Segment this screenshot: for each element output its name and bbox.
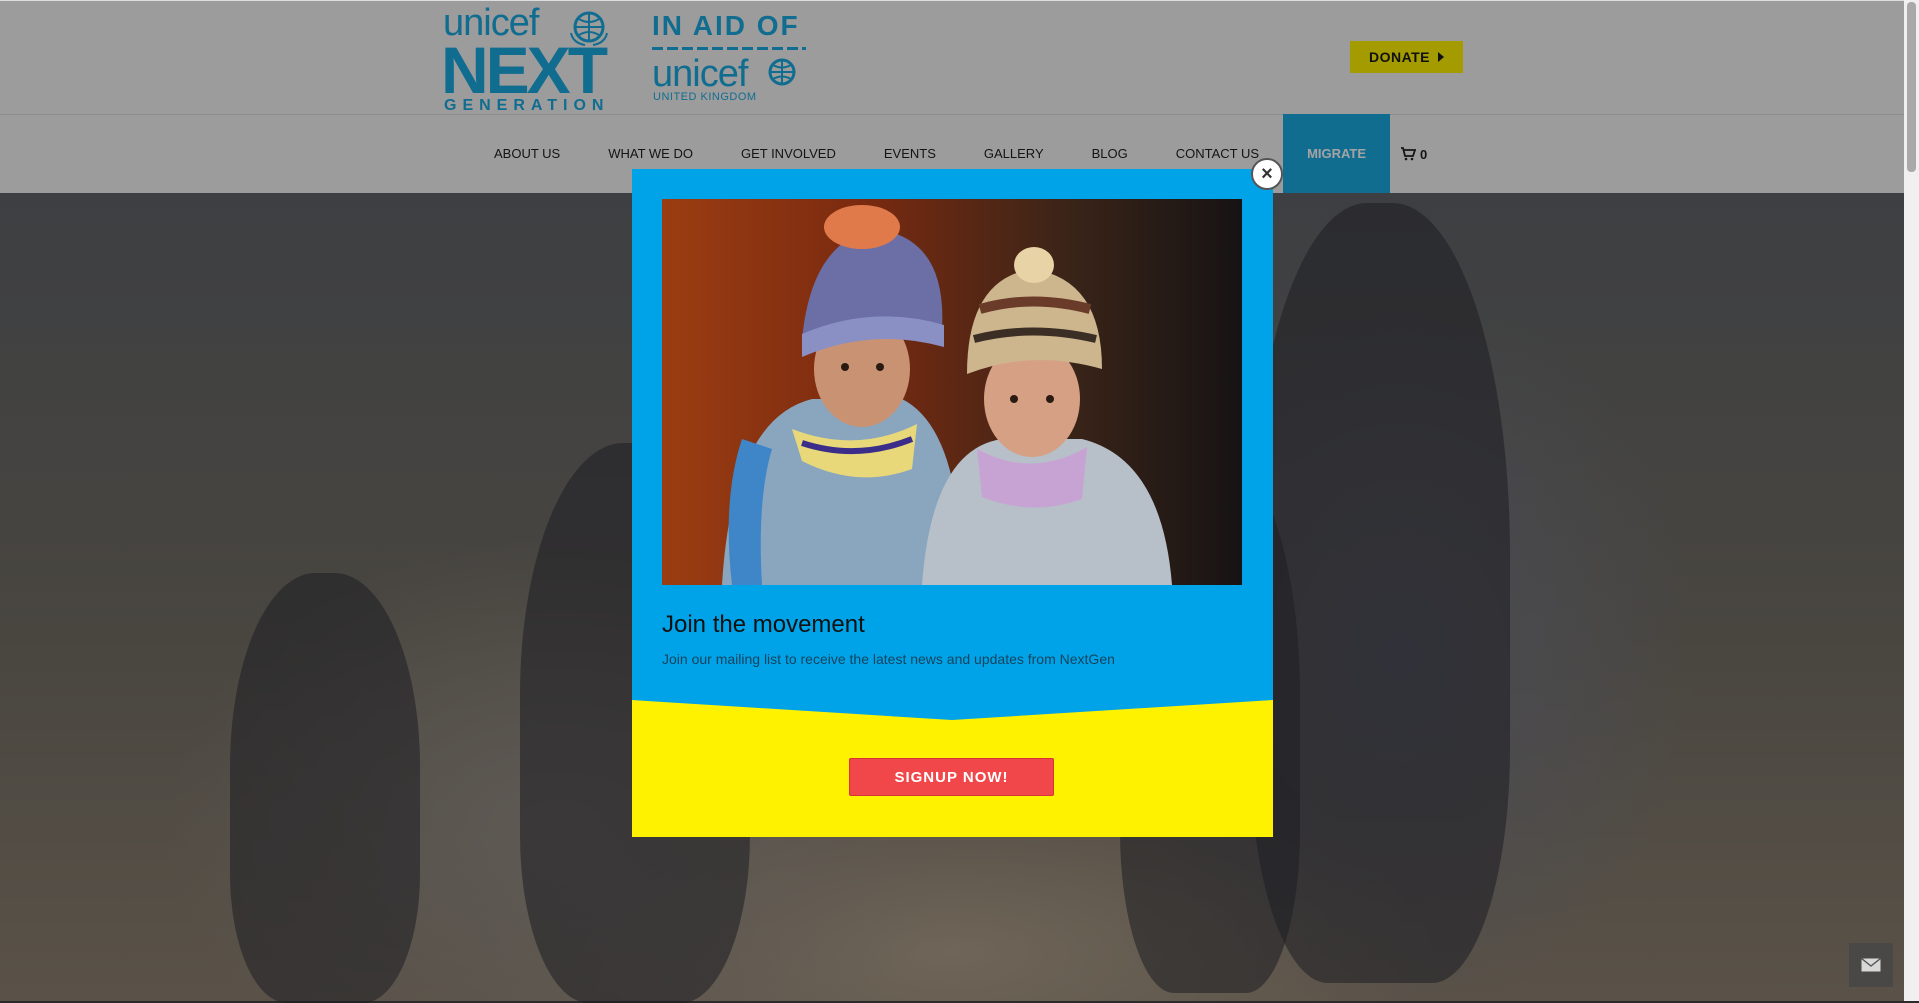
signup-button[interactable]: SIGNUP NOW! (849, 758, 1054, 796)
site-header: unicef NEXT GENERATION IN AID OF unicef … (0, 0, 1904, 194)
cart-link[interactable]: 0 (1390, 147, 1427, 162)
in-aid-of-unicef-logo[interactable]: IN AID OF unicef UNITED KINGDOM (652, 11, 822, 111)
logo-generation-text: GENERATION (444, 97, 610, 114)
unicef-globe-icon (768, 58, 796, 86)
play-arrow-icon (1438, 52, 1445, 62)
children-photo (722, 205, 1172, 585)
donate-button[interactable]: DONATE (1350, 41, 1463, 73)
newsletter-button[interactable] (1849, 943, 1893, 987)
signup-modal: Join the movement Join our mailing list … (632, 169, 1273, 837)
modal-subtext: Join our mailing list to receive the lat… (662, 651, 1115, 667)
in-aid-of-title: IN AID OF (652, 10, 800, 41)
logo-next-text: NEXT (441, 33, 608, 107)
nav-item-migrate[interactable]: MIGRATE (1283, 114, 1391, 194)
aid-country-text: UNITED KINGDOM (653, 91, 757, 103)
aid-unicef-text: unicef (652, 53, 748, 95)
page-scrollbar[interactable] (1904, 0, 1919, 1001)
modal-heading: Join the movement (662, 611, 865, 638)
cart-count: 0 (1420, 146, 1428, 162)
hero-figure (230, 573, 420, 1003)
cart-icon (1401, 147, 1417, 161)
in-aid-of-divider (652, 47, 806, 50)
close-icon[interactable]: × (1251, 158, 1283, 190)
scrollbar-thumb[interactable] (1907, 2, 1916, 172)
nav-item-about-us[interactable]: ABOUT US (470, 114, 584, 194)
modal-photo (662, 199, 1242, 585)
envelope-icon (1861, 958, 1881, 972)
donate-label: DONATE (1368, 49, 1431, 65)
